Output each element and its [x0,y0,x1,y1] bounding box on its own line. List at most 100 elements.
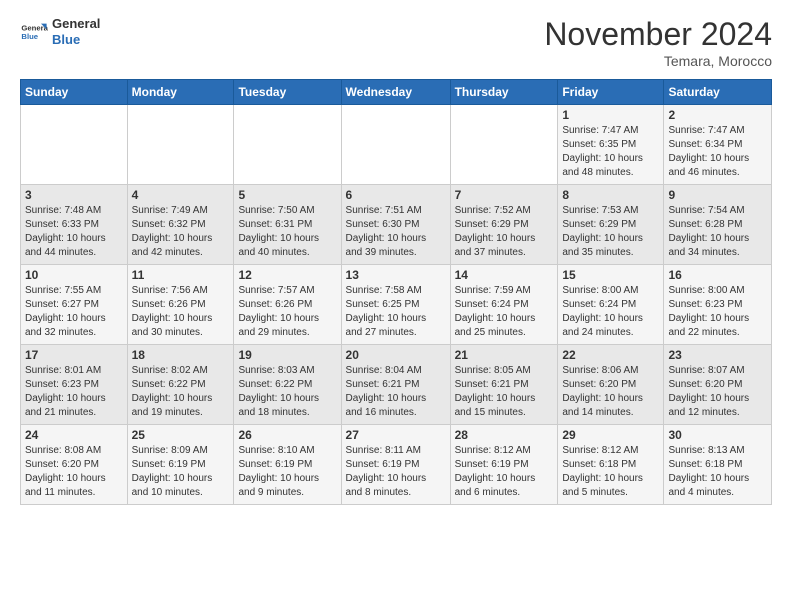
calendar-cell-5-1: 24 Sunrise: 8:08 AM Sunset: 6:20 PM Dayli… [21,425,128,505]
day-number: 4 [132,188,230,202]
day-info: Sunrise: 8:04 AM Sunset: 6:21 PM Dayligh… [346,364,446,420]
calendar-week-5: 24 Sunrise: 8:08 AM Sunset: 6:20 PM Dayli… [21,425,772,505]
day-info: Sunrise: 8:09 AM Sunset: 6:19 PM Dayligh… [132,444,230,500]
calendar-cell-4-7: 23 Sunrise: 8:07 AM Sunset: 6:20 PM Dayli… [664,345,772,425]
day-number: 16 [668,268,767,282]
day-info: Sunrise: 7:47 AM Sunset: 6:34 PM Dayligh… [668,124,767,180]
calendar-cell-1-7: 2 Sunrise: 7:47 AM Sunset: 6:34 PM Daylig… [664,105,772,185]
day-info: Sunrise: 7:53 AM Sunset: 6:29 PM Dayligh… [562,204,659,260]
day-number: 15 [562,268,659,282]
calendar-cell-5-2: 25 Sunrise: 8:09 AM Sunset: 6:19 PM Dayli… [127,425,234,505]
day-number: 13 [346,268,446,282]
svg-text:Blue: Blue [21,32,38,41]
calendar-cell-2-2: 4 Sunrise: 7:49 AM Sunset: 6:32 PM Daylig… [127,185,234,265]
day-number: 27 [346,428,446,442]
day-info: Sunrise: 8:01 AM Sunset: 6:23 PM Dayligh… [25,364,123,420]
day-info: Sunrise: 7:51 AM Sunset: 6:30 PM Dayligh… [346,204,446,260]
col-tuesday: Tuesday [234,80,341,105]
col-sunday: Sunday [21,80,128,105]
col-saturday: Saturday [664,80,772,105]
day-number: 14 [455,268,554,282]
day-info: Sunrise: 8:02 AM Sunset: 6:22 PM Dayligh… [132,364,230,420]
day-number: 25 [132,428,230,442]
calendar-cell-3-4: 13 Sunrise: 7:58 AM Sunset: 6:25 PM Dayli… [341,265,450,345]
col-wednesday: Wednesday [341,80,450,105]
calendar-cell-5-4: 27Sunrise: 8:11 AM Sunset: 6:19 PM Dayli… [341,425,450,505]
day-number: 6 [346,188,446,202]
header-row: Sunday Monday Tuesday Wednesday Thursday… [21,80,772,105]
day-info: Sunrise: 7:58 AM Sunset: 6:25 PM Dayligh… [346,284,446,340]
page: General Blue General Blue November 2024 … [0,0,792,517]
day-number: 30 [668,428,767,442]
calendar-cell-2-6: 8 Sunrise: 7:53 AM Sunset: 6:29 PM Daylig… [558,185,664,265]
day-number: 7 [455,188,554,202]
day-info: Sunrise: 7:48 AM Sunset: 6:33 PM Dayligh… [25,204,123,260]
calendar: Sunday Monday Tuesday Wednesday Thursday… [20,79,772,505]
day-number: 9 [668,188,767,202]
title-block: November 2024 Temara, Morocco [544,16,772,69]
day-info: Sunrise: 8:03 AM Sunset: 6:22 PM Dayligh… [238,364,336,420]
calendar-cell-1-2 [127,105,234,185]
month-title: November 2024 [544,16,772,53]
day-info: Sunrise: 7:47 AM Sunset: 6:35 PM Dayligh… [562,124,659,180]
logo-icon: General Blue [20,18,48,46]
calendar-body: 1 Sunrise: 7:47 AM Sunset: 6:35 PM Daylig… [21,105,772,505]
calendar-cell-3-1: 10Sunrise: 7:55 AM Sunset: 6:27 PM Dayli… [21,265,128,345]
day-number: 28 [455,428,554,442]
calendar-week-4: 17 Sunrise: 8:01 AM Sunset: 6:23 PM Dayli… [21,345,772,425]
calendar-cell-2-5: 7 Sunrise: 7:52 AM Sunset: 6:29 PM Daylig… [450,185,558,265]
calendar-cell-2-3: 5Sunrise: 7:50 AM Sunset: 6:31 PM Daylig… [234,185,341,265]
col-monday: Monday [127,80,234,105]
calendar-header: Sunday Monday Tuesday Wednesday Thursday… [21,80,772,105]
logo-blue: Blue [52,32,100,48]
day-info: Sunrise: 8:10 AM Sunset: 6:19 PM Dayligh… [238,444,336,500]
calendar-cell-2-1: 3 Sunrise: 7:48 AM Sunset: 6:33 PM Daylig… [21,185,128,265]
day-info: Sunrise: 7:57 AM Sunset: 6:26 PM Dayligh… [238,284,336,340]
calendar-cell-5-5: 28Sunrise: 8:12 AM Sunset: 6:19 PM Dayli… [450,425,558,505]
day-number: 17 [25,348,123,362]
day-number: 3 [25,188,123,202]
day-info: Sunrise: 8:13 AM Sunset: 6:18 PM Dayligh… [668,444,767,500]
calendar-cell-1-1 [21,105,128,185]
col-friday: Friday [558,80,664,105]
day-number: 11 [132,268,230,282]
day-info: Sunrise: 8:06 AM Sunset: 6:20 PM Dayligh… [562,364,659,420]
calendar-cell-4-6: 22 Sunrise: 8:06 AM Sunset: 6:20 PM Dayli… [558,345,664,425]
day-info: Sunrise: 7:54 AM Sunset: 6:28 PM Dayligh… [668,204,767,260]
day-number: 19 [238,348,336,362]
day-number: 8 [562,188,659,202]
day-number: 23 [668,348,767,362]
calendar-cell-4-4: 20Sunrise: 8:04 AM Sunset: 6:21 PM Dayli… [341,345,450,425]
day-info: Sunrise: 8:08 AM Sunset: 6:20 PM Dayligh… [25,444,123,500]
day-info: Sunrise: 7:52 AM Sunset: 6:29 PM Dayligh… [455,204,554,260]
calendar-cell-3-7: 16 Sunrise: 8:00 AM Sunset: 6:23 PM Dayli… [664,265,772,345]
day-info: Sunrise: 8:00 AM Sunset: 6:23 PM Dayligh… [668,284,767,340]
col-thursday: Thursday [450,80,558,105]
calendar-cell-1-3 [234,105,341,185]
calendar-cell-5-6: 29Sunrise: 8:12 AM Sunset: 6:18 PM Dayli… [558,425,664,505]
calendar-week-2: 3 Sunrise: 7:48 AM Sunset: 6:33 PM Daylig… [21,185,772,265]
calendar-cell-1-6: 1 Sunrise: 7:47 AM Sunset: 6:35 PM Daylig… [558,105,664,185]
calendar-cell-3-3: 12 Sunrise: 7:57 AM Sunset: 6:26 PM Dayli… [234,265,341,345]
calendar-cell-4-3: 19 Sunrise: 8:03 AM Sunset: 6:22 PM Dayli… [234,345,341,425]
day-number: 1 [562,108,659,122]
calendar-week-1: 1 Sunrise: 7:47 AM Sunset: 6:35 PM Daylig… [21,105,772,185]
day-number: 12 [238,268,336,282]
calendar-cell-2-7: 9 Sunrise: 7:54 AM Sunset: 6:28 PM Daylig… [664,185,772,265]
calendar-cell-3-6: 15 Sunrise: 8:00 AM Sunset: 6:24 PM Dayli… [558,265,664,345]
day-number: 24 [25,428,123,442]
day-info: Sunrise: 8:07 AM Sunset: 6:20 PM Dayligh… [668,364,767,420]
day-info: Sunrise: 8:00 AM Sunset: 6:24 PM Dayligh… [562,284,659,340]
calendar-week-3: 10Sunrise: 7:55 AM Sunset: 6:27 PM Dayli… [21,265,772,345]
day-number: 2 [668,108,767,122]
calendar-cell-1-4 [341,105,450,185]
header: General Blue General Blue November 2024 … [20,16,772,69]
day-number: 5 [238,188,336,202]
day-number: 18 [132,348,230,362]
calendar-cell-1-5 [450,105,558,185]
calendar-cell-3-2: 11 Sunrise: 7:56 AM Sunset: 6:26 PM Dayli… [127,265,234,345]
day-info: Sunrise: 7:49 AM Sunset: 6:32 PM Dayligh… [132,204,230,260]
calendar-cell-2-4: 6 Sunrise: 7:51 AM Sunset: 6:30 PM Daylig… [341,185,450,265]
day-number: 22 [562,348,659,362]
day-info: Sunrise: 7:56 AM Sunset: 6:26 PM Dayligh… [132,284,230,340]
